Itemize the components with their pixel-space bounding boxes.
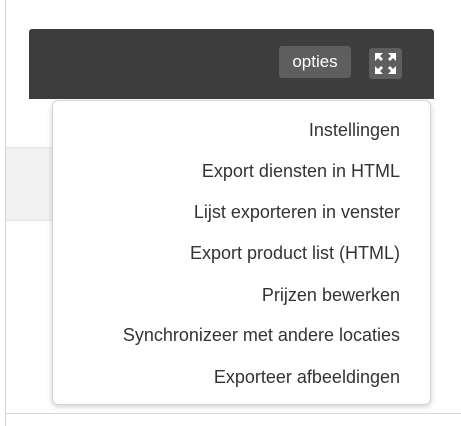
fullscreen-button[interactable] — [369, 48, 402, 79]
options-dropdown-menu: Instellingen Export diensten in HTML Lij… — [52, 100, 431, 405]
background-row-divider — [6, 147, 54, 148]
panel-border-bottom — [5, 413, 461, 414]
app-window: opties Instellingen Export diensten in H… — [0, 0, 461, 426]
background-row-divider — [6, 220, 54, 221]
menu-item-synchronizeer-locaties[interactable]: Synchronizeer met andere locaties — [123, 323, 400, 347]
menu-item-prijzen-bewerken[interactable]: Prijzen bewerken — [262, 283, 400, 307]
background-row-highlighted — [6, 148, 54, 220]
menu-item-exporteer-afbeeldingen[interactable]: Exporteer afbeeldingen — [214, 365, 400, 389]
menu-item-export-diensten-html[interactable]: Export diensten in HTML — [202, 159, 400, 183]
expand-arrows-icon — [375, 53, 396, 74]
options-button[interactable]: opties — [279, 46, 351, 78]
menu-item-instellingen[interactable]: Instellingen — [309, 118, 400, 142]
menu-item-export-product-list[interactable]: Export product list (HTML) — [190, 241, 400, 265]
menu-item-lijst-exporteren-venster[interactable]: Lijst exporteren in venster — [194, 200, 400, 224]
